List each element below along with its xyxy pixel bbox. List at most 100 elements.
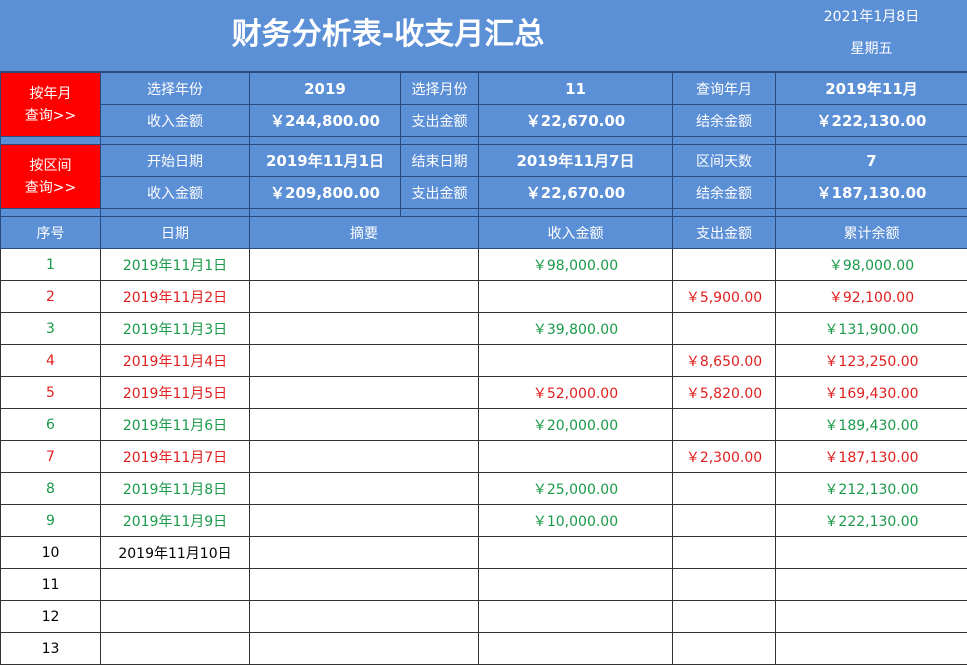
cell-expense[interactable] — [672, 568, 776, 601]
cell-balance[interactable] — [775, 600, 967, 633]
cell-no[interactable]: 11 — [0, 568, 101, 601]
cell-balance[interactable]: ￥212,130.00 — [775, 472, 967, 505]
cell-expense[interactable] — [672, 312, 776, 345]
cell-no[interactable]: 1 — [0, 248, 101, 281]
cell-no[interactable]: 10 — [0, 536, 101, 569]
month-expense-label: 支出金额 — [400, 104, 479, 137]
cell-income[interactable] — [478, 440, 673, 473]
cell-memo[interactable] — [249, 632, 479, 665]
days-label: 区间天数 — [672, 144, 776, 177]
range-balance-value: ￥187,130.00 — [775, 176, 967, 209]
cell-expense[interactable]: ￥5,900.00 — [672, 280, 776, 313]
cell-date[interactable] — [100, 568, 250, 601]
cell-no[interactable]: 2 — [0, 280, 101, 313]
month-select[interactable]: 11 — [478, 72, 673, 105]
cell-balance[interactable]: ￥98,000.00 — [775, 248, 967, 281]
current-weekday: 星期五 — [850, 41, 893, 57]
cell-income[interactable]: ￥10,000.00 — [478, 504, 673, 537]
table-row: 8 2019年11月8日 ￥25,000.00 ￥212,130.00 — [0, 472, 967, 505]
cell-income[interactable]: ￥52,000.00 — [478, 376, 673, 409]
cell-no[interactable]: 12 — [0, 600, 101, 633]
cell-memo[interactable] — [249, 280, 479, 313]
cell-date[interactable] — [100, 600, 250, 633]
cell-memo[interactable] — [249, 440, 479, 473]
cell-memo[interactable] — [249, 600, 479, 633]
cell-memo[interactable] — [249, 568, 479, 601]
cell-balance[interactable]: ￥92,100.00 — [775, 280, 967, 313]
cell-income[interactable] — [478, 280, 673, 313]
cell-income[interactable] — [478, 568, 673, 601]
cell-expense[interactable] — [672, 248, 776, 281]
table-row: 6 2019年11月6日 ￥20,000.00 ￥189,430.00 — [0, 408, 967, 441]
cell-income[interactable]: ￥98,000.00 — [478, 248, 673, 281]
cell-date[interactable]: 2019年11月4日 — [100, 344, 250, 377]
cell-balance[interactable] — [775, 536, 967, 569]
cell-memo[interactable] — [249, 536, 479, 569]
cell-no[interactable]: 9 — [0, 504, 101, 537]
cell-expense[interactable] — [672, 472, 776, 505]
cell-memo[interactable] — [249, 344, 479, 377]
year-select[interactable]: 2019 — [249, 72, 401, 105]
cell-date[interactable]: 2019年11月2日 — [100, 280, 250, 313]
cell-expense[interactable] — [672, 600, 776, 633]
cell-date[interactable]: 2019年11月5日 — [100, 376, 250, 409]
cell-date[interactable]: 2019年11月8日 — [100, 472, 250, 505]
cell-date[interactable]: 2019年11月3日 — [100, 312, 250, 345]
cell-balance[interactable] — [775, 632, 967, 665]
cell-no[interactable]: 5 — [0, 376, 101, 409]
cell-income[interactable]: ￥39,800.00 — [478, 312, 673, 345]
period-label: 查询年月 — [672, 72, 776, 105]
cell-memo[interactable] — [249, 408, 479, 441]
col-header-date: 日期 — [100, 216, 250, 249]
cell-memo[interactable] — [249, 312, 479, 345]
start-date-input[interactable]: 2019年11月1日 — [249, 144, 401, 177]
cell-income[interactable] — [478, 344, 673, 377]
cell-no[interactable]: 8 — [0, 472, 101, 505]
cell-expense[interactable] — [672, 536, 776, 569]
cell-balance[interactable]: ￥131,900.00 — [775, 312, 967, 345]
days-value: 7 — [775, 144, 967, 177]
table-row: 3 2019年11月3日 ￥39,800.00 ￥131,900.00 — [0, 312, 967, 345]
cell-memo[interactable] — [249, 248, 479, 281]
spacer-cell — [672, 136, 776, 145]
cell-income[interactable] — [478, 536, 673, 569]
cell-date[interactable]: 2019年11月10日 — [100, 536, 250, 569]
cell-balance[interactable]: ￥169,430.00 — [775, 376, 967, 409]
cell-income[interactable]: ￥20,000.00 — [478, 408, 673, 441]
cell-no[interactable]: 6 — [0, 408, 101, 441]
end-date-input[interactable]: 2019年11月7日 — [478, 144, 673, 177]
cell-balance[interactable]: ￥189,430.00 — [775, 408, 967, 441]
cell-expense[interactable]: ￥8,650.00 — [672, 344, 776, 377]
month-query-button-line2: 查询>> — [24, 107, 77, 124]
cell-no[interactable]: 4 — [0, 344, 101, 377]
cell-balance[interactable]: ￥222,130.00 — [775, 504, 967, 537]
cell-expense[interactable] — [672, 504, 776, 537]
cell-memo[interactable] — [249, 504, 479, 537]
cell-expense[interactable] — [672, 632, 776, 665]
cell-date[interactable]: 2019年11月9日 — [100, 504, 250, 537]
table-row: 9 2019年11月9日 ￥10,000.00 ￥222,130.00 — [0, 504, 967, 537]
cell-income[interactable] — [478, 632, 673, 665]
cell-balance[interactable]: ￥123,250.00 — [775, 344, 967, 377]
cell-balance[interactable]: ￥187,130.00 — [775, 440, 967, 473]
range-query-button[interactable]: 按区间 查询>> — [0, 144, 101, 209]
cell-memo[interactable] — [249, 376, 479, 409]
cell-income[interactable] — [478, 600, 673, 633]
table-row: 5 2019年11月5日 ￥52,000.00 ￥5,820.00 ￥169,430.0… — [0, 376, 967, 409]
cell-date[interactable]: 2019年11月6日 — [100, 408, 250, 441]
month-query-button[interactable]: 按年月 查询>> — [0, 72, 101, 137]
cell-no[interactable]: 13 — [0, 632, 101, 665]
cell-no[interactable]: 7 — [0, 440, 101, 473]
cell-date[interactable] — [100, 632, 250, 665]
cell-income[interactable]: ￥25,000.00 — [478, 472, 673, 505]
cell-date[interactable]: 2019年11月1日 — [100, 248, 250, 281]
cell-memo[interactable] — [249, 472, 479, 505]
cell-date[interactable]: 2019年11月7日 — [100, 440, 250, 473]
year-label: 选择年份 — [100, 72, 250, 105]
cell-expense[interactable]: ￥2,300.00 — [672, 440, 776, 473]
cell-expense[interactable] — [672, 408, 776, 441]
cell-expense[interactable]: ￥5,820.00 — [672, 376, 776, 409]
cell-no[interactable]: 3 — [0, 312, 101, 345]
cell-balance[interactable] — [775, 568, 967, 601]
month-query-button-line1: 按年月 — [29, 85, 72, 102]
